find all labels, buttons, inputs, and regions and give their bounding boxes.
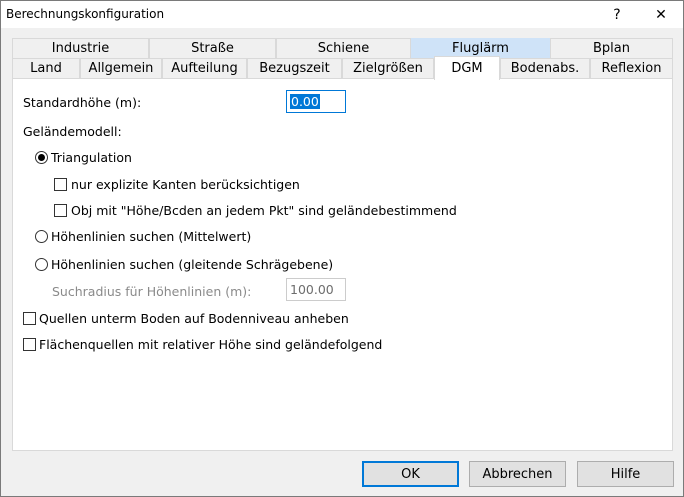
standard-height-value: 0.00 <box>290 94 320 109</box>
ok-button-label: OK <box>401 466 420 482</box>
tab-dgm[interactable]: DGM <box>434 56 500 80</box>
tab-bezugszeit[interactable]: Bezugszeit <box>247 58 342 79</box>
help-button[interactable]: Hilfe <box>577 461 674 487</box>
standard-height-input[interactable]: 0.00 <box>286 90 346 113</box>
tab-bplan[interactable]: Bplan <box>550 38 673 59</box>
tab-bodenabs[interactable]: Bodenabs. <box>500 58 590 79</box>
tab-allgemein[interactable]: Allgemein <box>80 58 162 79</box>
contour-slope-radio[interactable] <box>35 258 48 271</box>
tab-zielgroessen[interactable]: Zielgrößen <box>342 58 434 79</box>
standard-height-label: Standardhöhe (m): <box>23 95 142 110</box>
ok-button[interactable]: OK <box>362 461 459 487</box>
dialog-window: Berechnungskonfiguration ? ✕ Industrie S… <box>0 0 684 497</box>
explicit-edges-checkbox[interactable] <box>54 178 67 191</box>
title-bar[interactable]: Berechnungskonfiguration ? ✕ <box>1 1 683 28</box>
triangulation-label[interactable]: Triangulation <box>51 150 132 165</box>
tab-label: Aufteilung <box>171 61 238 76</box>
tab-label: Allgemein <box>88 61 154 76</box>
sources-ground-checkbox[interactable] <box>23 312 36 325</box>
tab-aufteilung[interactable]: Aufteilung <box>162 58 247 79</box>
search-radius-label: Suchradius für Höhenlinien (m): <box>52 284 252 299</box>
tab-label: Zielgrößen <box>353 61 423 76</box>
tab-industrie[interactable]: Industrie <box>12 38 149 59</box>
tab-label: Bplan <box>593 41 630 56</box>
tab-land[interactable]: Land <box>12 58 80 79</box>
tab-label: Industrie <box>51 41 110 56</box>
tab-label: Bodenabs. <box>510 61 580 76</box>
tab-label: Fluglärm <box>452 41 509 56</box>
close-icon[interactable]: ✕ <box>639 1 683 28</box>
contour-slope-label[interactable]: Höhenlinien suchen (gleitende Schrägeben… <box>51 257 333 272</box>
area-sources-label[interactable]: Flächenquellen mit relativer Höhe sind g… <box>39 337 382 352</box>
contour-mean-label[interactable]: Höhenlinien suchen (Mittelwert) <box>51 229 251 244</box>
tab-label: Schiene <box>317 41 370 56</box>
tab-label: Bezugszeit <box>259 61 330 76</box>
search-radius-value: 100.00 <box>290 282 334 297</box>
help-button-label: Hilfe <box>610 466 641 482</box>
tab-schiene[interactable]: Schiene <box>276 38 411 59</box>
tab-label: Land <box>30 61 62 76</box>
window-title: Berechnungskonfiguration <box>6 7 165 21</box>
dgm-panel: Standardhöhe (m): 0.00 Geländemodell: Tr… <box>12 78 673 451</box>
tab-label: Straße <box>191 41 234 56</box>
tab-reflexion[interactable]: Reflexion <box>590 58 673 79</box>
sources-ground-label[interactable]: Quellen unterm Boden auf Bodenniveau anh… <box>39 311 349 326</box>
tab-label: DGM <box>451 61 483 76</box>
area-sources-checkbox[interactable] <box>23 338 36 351</box>
cancel-button-label: Abbrechen <box>482 466 553 482</box>
tab-label: Reflexion <box>601 61 662 76</box>
tab-strasse[interactable]: Straße <box>149 38 276 59</box>
triangulation-radio[interactable] <box>35 151 48 164</box>
obj-height-checkbox[interactable] <box>54 204 67 217</box>
obj-height-label[interactable]: Obj mit "Höhe/Bcden an jedem Pkt" sind g… <box>71 203 457 218</box>
search-radius-input: 100.00 <box>286 278 346 301</box>
terrain-model-label: Geländemodell: <box>23 124 122 139</box>
contour-mean-radio[interactable] <box>35 230 48 243</box>
explicit-edges-label[interactable]: nur explizite Kanten berücksichtigen <box>71 177 300 192</box>
cancel-button[interactable]: Abbrechen <box>469 461 566 487</box>
help-icon[interactable]: ? <box>595 1 639 28</box>
